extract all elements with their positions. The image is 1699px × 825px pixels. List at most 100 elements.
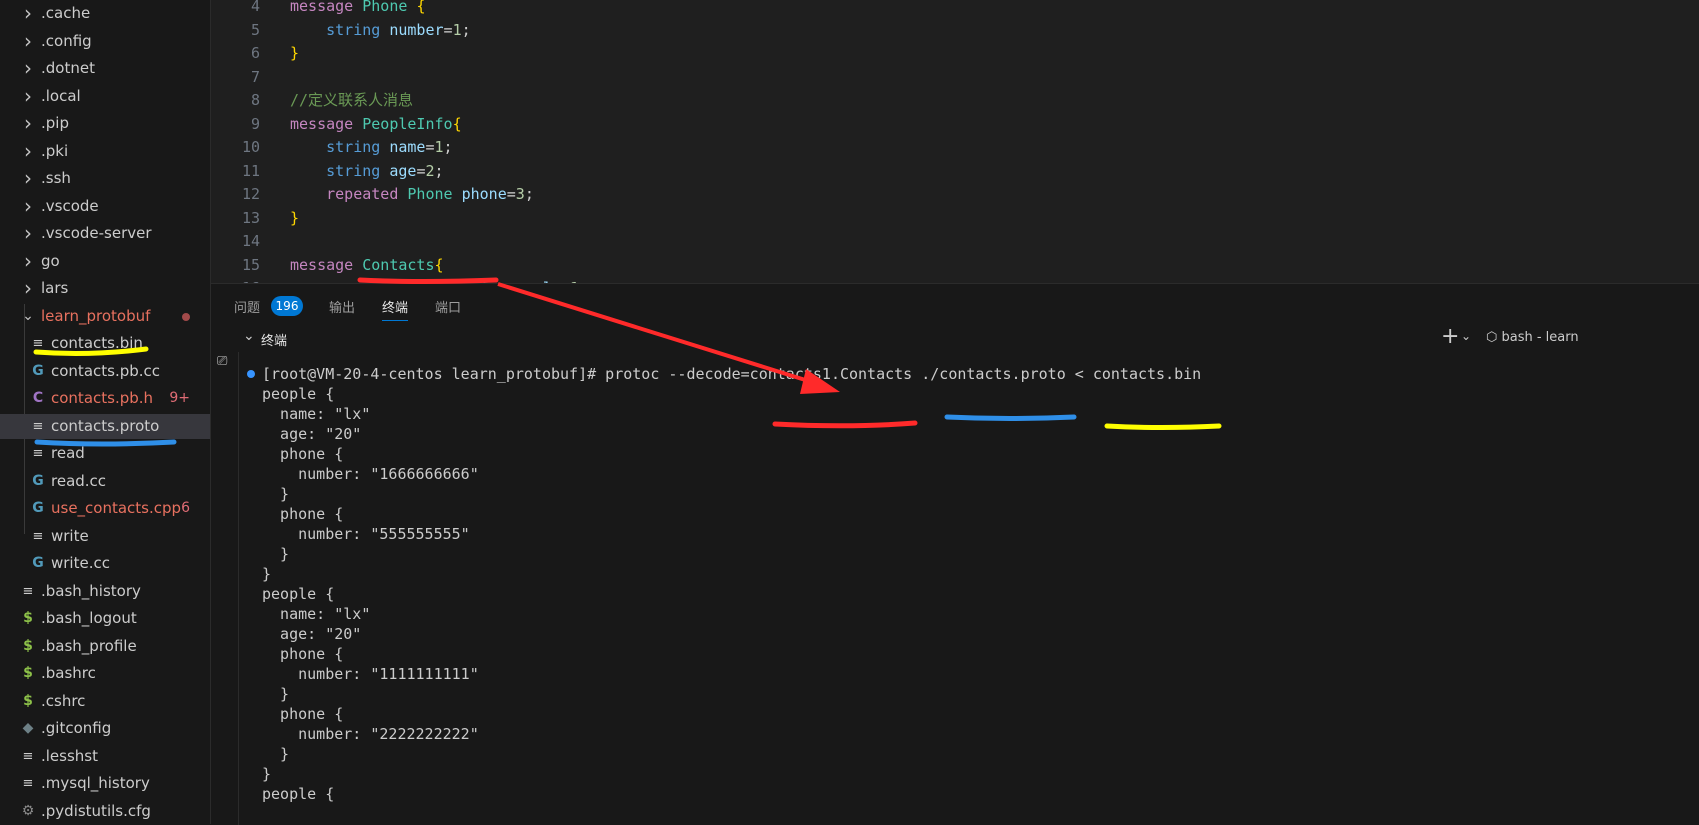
explorer-item-label: .vscode-server bbox=[41, 224, 152, 242]
file-lines-icon: ≡ bbox=[22, 748, 34, 764]
terminal-output-line: } bbox=[262, 685, 290, 703]
problem-count-badge: 6 bbox=[181, 500, 190, 516]
code-line: } bbox=[290, 44, 300, 62]
explorer-item[interactable]: › .pip bbox=[0, 111, 210, 136]
explorer-item[interactable]: ⌄ learn_protobuf bbox=[0, 304, 210, 329]
terminal-output-line: number: "2222222222" bbox=[262, 725, 479, 743]
code-line: string number=1; bbox=[326, 20, 471, 39]
explorer-item[interactable]: $ .bash_logout bbox=[0, 606, 210, 631]
chevron-right-icon: › bbox=[24, 111, 32, 135]
explorer-item[interactable]: ≡ contacts.bin bbox=[0, 331, 210, 356]
shell-dollar-icon: $ bbox=[23, 665, 33, 681]
tab-ports[interactable]: 端口 bbox=[435, 298, 461, 320]
terminal-shell-label: bash - learn bbox=[1501, 330, 1579, 345]
cpp-file-icon: G bbox=[32, 472, 44, 489]
explorer-item[interactable]: › go bbox=[0, 249, 210, 274]
explorer-item[interactable]: ◆ .gitconfig bbox=[0, 716, 210, 741]
file-lines-icon: ≡ bbox=[22, 776, 34, 791]
terminal-shell-selector[interactable]: ⬡ bash - learn bbox=[1486, 330, 1579, 345]
explorer-item[interactable]: ≡ .bash_history bbox=[0, 579, 210, 604]
explorer-item-label: .cshrc bbox=[41, 691, 86, 710]
code-line: } bbox=[290, 208, 300, 227]
terminal-header: ⌄ 终端 + ⌄ ⬡ bash - learn bbox=[211, 324, 1699, 352]
shell-dollar-icon: $ bbox=[23, 637, 33, 654]
explorer-item-label: write.cc bbox=[51, 554, 110, 572]
line-number: 14 bbox=[241, 232, 260, 250]
chevron-right-icon: › bbox=[24, 166, 32, 190]
explorer-item[interactable]: › .cache bbox=[0, 1, 210, 26]
file-lines-icon: ≡ bbox=[32, 418, 44, 434]
new-terminal-plus-icon[interactable]: + bbox=[1441, 324, 1459, 349]
cpp-file-icon: G bbox=[32, 500, 44, 516]
explorer-item[interactable]: Ccontacts.pb.h 9+ bbox=[0, 386, 210, 411]
explorer-item-label: .pip bbox=[41, 114, 69, 132]
line-number: 11 bbox=[241, 161, 260, 180]
explorer-item-label: contacts.bin bbox=[51, 334, 143, 352]
explorer-item[interactable]: › .ssh bbox=[0, 166, 210, 191]
explorer-item[interactable]: Gcontacts.pb.cc bbox=[0, 359, 210, 384]
explorer-item[interactable]: ≡ .lesshst bbox=[0, 744, 210, 769]
chevron-right-icon: › bbox=[24, 28, 32, 53]
terminal-output-line: number: "1111111111" bbox=[262, 665, 479, 683]
chevron-right-icon: › bbox=[24, 1, 32, 25]
explorer-item-label: read bbox=[51, 444, 85, 462]
terminal-output-line: number: "555555555" bbox=[262, 525, 470, 543]
explorer-item-label: .bashrc bbox=[41, 664, 96, 682]
explorer-item[interactable]: › .pki bbox=[0, 139, 210, 164]
explorer-item[interactable]: › .config bbox=[0, 29, 210, 54]
terminal-output-line: } bbox=[262, 565, 272, 583]
code-line: message Phone { bbox=[290, 0, 426, 15]
tab-problems[interactable]: 问题 bbox=[234, 298, 260, 320]
line-number: 13 bbox=[241, 208, 260, 227]
explorer-item[interactable]: › .vscode-server bbox=[0, 221, 210, 246]
terminal-cube-icon: ⬡ bbox=[1486, 330, 1498, 345]
terminal-run-icon[interactable]: ⎚ bbox=[217, 354, 227, 369]
explorer-item[interactable]: › .dotnet bbox=[0, 56, 210, 81]
code-line: message Contacts{ bbox=[290, 255, 444, 274]
terminal-output-line: phone { bbox=[262, 505, 344, 523]
explorer-item[interactable]: ≡ read bbox=[0, 441, 210, 466]
line-number: 10 bbox=[241, 138, 260, 156]
explorer-item[interactable]: Guse_contacts.cpp 6 bbox=[0, 496, 210, 521]
explorer-item[interactable]: ⚙ .pydistutils.cfg bbox=[0, 799, 210, 824]
modified-dot-icon bbox=[182, 312, 190, 321]
explorer-item[interactable]: Gread.cc bbox=[0, 469, 210, 494]
terminal-dropdown-chevron-icon[interactable]: ⌄ bbox=[1461, 329, 1471, 343]
chevron-right-icon: › bbox=[24, 56, 32, 80]
explorer-item[interactable]: ≡ contacts.proto bbox=[0, 413, 210, 439]
explorer-item-label: go bbox=[41, 251, 60, 270]
terminal-output-line: } bbox=[262, 745, 290, 763]
explorer-item[interactable]: ≡ write bbox=[0, 524, 210, 549]
explorer-item[interactable]: › .local bbox=[0, 84, 210, 109]
terminal-section-label: 终端 bbox=[261, 334, 288, 349]
line-number: 4 bbox=[250, 0, 260, 15]
terminal-output[interactable]: [root@VM-20-4-centos learn_protobuf]# pr… bbox=[238, 352, 1699, 825]
explorer-item-label: .bash_logout bbox=[41, 609, 137, 627]
code-editor[interactable]: 4 message Phone {5 string number=1; 6} 7 8 //… bbox=[211, 0, 1699, 283]
tab-terminal[interactable]: 终端 bbox=[382, 298, 409, 321]
terminal-output-line: phone { bbox=[262, 705, 344, 723]
chevron-right-icon: › bbox=[24, 221, 32, 245]
chevron-down-icon: ⌄ bbox=[22, 307, 34, 324]
explorer-item[interactable]: $ .bash_profile bbox=[0, 634, 210, 659]
explorer-item[interactable]: $ .cshrc bbox=[0, 689, 210, 714]
line-number: 15 bbox=[241, 255, 260, 274]
tab-output[interactable]: 输出 bbox=[329, 298, 355, 320]
explorer-item[interactable]: $ .bashrc bbox=[0, 661, 210, 686]
chevron-right-icon: › bbox=[24, 248, 32, 273]
explorer-item-label: .pki bbox=[41, 141, 69, 160]
explorer-item-label: .pydistutils.cfg bbox=[41, 801, 151, 820]
explorer-item[interactable]: Gwrite.cc bbox=[0, 551, 210, 576]
explorer-item[interactable]: ≡ .mysql_history bbox=[0, 771, 210, 796]
explorer-item-label: learn_protobuf bbox=[41, 306, 151, 325]
explorer-item[interactable]: › .vscode bbox=[0, 194, 210, 219]
explorer-item-label: .local bbox=[41, 86, 81, 105]
explorer-item-label: .mysql_history bbox=[41, 774, 150, 792]
line-number: 8 bbox=[250, 91, 260, 109]
explorer-item-label: use_contacts.cpp bbox=[51, 499, 182, 517]
explorer-item-label: .lesshst bbox=[41, 746, 98, 765]
explorer-item[interactable]: › lars bbox=[0, 276, 210, 301]
chevron-down-icon[interactable]: ⌄ bbox=[243, 328, 255, 344]
cpp-file-icon: G bbox=[32, 362, 44, 379]
line-number: 6 bbox=[250, 44, 260, 62]
